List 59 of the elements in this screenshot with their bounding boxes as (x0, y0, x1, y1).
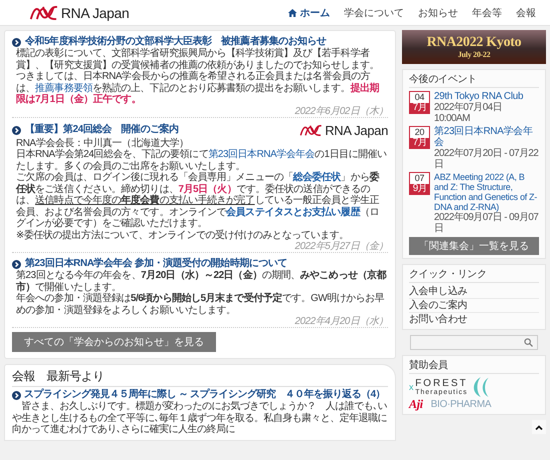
circle-arrow-icon (12, 260, 21, 268)
text-link[interactable]: 総会委任状 (292, 172, 341, 183)
news-date: 2022年5月27日（金） (294, 241, 388, 252)
search-field[interactable] (410, 335, 538, 350)
sponsor-logo-text: x (409, 382, 414, 392)
nav-link[interactable]: 会報 (510, 2, 542, 22)
sponsor-logo-text: FOREST (415, 378, 468, 388)
quick-link[interactable]: お問い合わせ (409, 313, 539, 326)
news-paragraph: 年会への参加・演題登録は5/6頃から開始し5月末まで受付予定です。GW明けからお早めの参加・演題登録をよろしくお願いいたします。 (15, 293, 386, 316)
news-paragraph: RNA学会会長：中川真一（北海道大学） (15, 138, 189, 148)
banner-date: July 20-22 (458, 50, 490, 59)
panel-heading: クイック・リンク (409, 268, 539, 283)
news-date: 2022年4月20日（水） (294, 316, 388, 327)
nav-link[interactable]: お知らせ (412, 2, 464, 22)
news-paragraph: 日本RNA学会第24回総会を、下記の要領にて第23回日本RNA学会年会の1日目に開催いたします。多くの会員のご出席をお願いいたします。 (15, 149, 388, 172)
circle-arrow-icon (12, 390, 21, 400)
article-excerpt: 皆さま、お久しぶりです。標題が変わったのにお気づきでしょうか？ 人は誰でも､いや生きとし生けるもの全て平等に､毎年１歳ずつ年を取る。私自身も粛々と、定年退職に向かって進むわけであり､さらに確実に人生の終局に (12, 401, 388, 436)
search-icon (524, 338, 533, 347)
news-title-link[interactable]: 【重要】第24回総会 開催のご案内 (25, 124, 178, 136)
logo-text: RNA Japan (61, 4, 130, 20)
circle-arrow-icon (12, 126, 21, 134)
event-link[interactable]: ABZ Meeting 2022 (A, B and Z: The Structure, Function and Genetics of Z-DNA and Z-RNA) (434, 172, 539, 212)
news-paragraph: 第23回となる今年の年会を、7月20日（水）～22日（金）の期間、みやこめっせ（京都市）で開催いたします。 (15, 270, 388, 292)
article-title-link[interactable]: スプライシング発見４５周年に際し ～ スプライシング研究 ４０年を振り返る（4） (24, 389, 386, 401)
logo-text: RNA Japan (324, 122, 388, 138)
event-date: 2022年07月04日 10:00AM (434, 102, 503, 124)
text-link[interactable]: 推薦事務要領 (35, 82, 92, 94)
text-link[interactable]: 第23回日本RNA学会年会 (208, 149, 315, 160)
events-list-button[interactable]: 「関連集会」一覧を見る (409, 237, 539, 255)
nav-link[interactable]: 学会について (338, 2, 410, 22)
quick-link[interactable]: 入会申し込み (409, 285, 539, 299)
nav-link[interactable]: 年会等 (466, 2, 508, 22)
caret-up-icon (535, 424, 543, 430)
event-date: 2022年07月20日 - 07月22日 (434, 148, 539, 170)
home-icon (288, 8, 297, 16)
event-banner[interactable]: RNA2022 Kyoto July 20-22 (402, 30, 546, 64)
panel-heading: 今後のイベント (409, 73, 539, 88)
news-title-link[interactable]: 第23回日本RNA学会年会 参加・演題受付の開始時期について (25, 258, 288, 270)
logo-mark-icon (30, 6, 58, 20)
logo-mark-icon (300, 124, 322, 136)
sponsor-logo-text: BIO·PHARMA (430, 399, 492, 410)
circle-arrow-icon (12, 38, 21, 46)
nav-link[interactable]: ホーム (282, 2, 336, 22)
event-link[interactable]: 第23回日本RNA学会年会 (434, 126, 539, 148)
event-link[interactable]: 29th Tokyo RNA Club (434, 91, 539, 102)
news-date: 2022年6月02日（木） (294, 106, 388, 116)
event-date: 2022年09月07日 - 09月07日 (434, 212, 539, 234)
text-link[interactable]: 会員ステイタスとお支払い履歴 (226, 206, 360, 218)
quick-link[interactable]: 入会のご案内 (409, 299, 539, 313)
sponsor-logo-text: Aji (409, 398, 423, 411)
section-heading: 会報 最新号より (12, 368, 388, 387)
all-news-button[interactable]: すべての「学会からのお知らせ」を見る (12, 332, 216, 352)
news-paragraph: ※委任状の提出方法について、オンラインでの受け付けのみとなっています。 (15, 230, 350, 241)
panel-heading: 賛助会員 (409, 359, 539, 374)
banner-title: RNA2022 Kyoto (426, 35, 522, 50)
news-title-link[interactable]: 令和5年度科学技術分野の文部科学大臣表彰 被推薦者募集のお知らせ (25, 36, 326, 48)
news-paragraph: ご欠席の会員は、ログイン後に現れる「会員専用」メニューの「総会委任状」から委任状をご送信ください。締め切りは、7月5日（火）です。委任状の送信ができるのは、送信時点で今年度の年度会費の支払い手続きが完了 している一般正会員と学生正会員、および名誉会員の方々です。オンラインで会員ステイタスとお支払い履歴（ログインが必要です）をご確認いただけます。 (14, 172, 380, 230)
back-to-top-button[interactable] (532, 420, 546, 434)
news-paragraph: 標記の表彰について、文部科学省研究振興局から【科学技術賞】及び【若手科学者賞】、【研究支援賞】の受賞候補者の推薦の依頼がありましたのでお知らせします。つきましては、日本RNA学会長からの推薦を希望される正会員または名誉会員の方は、推薦事務要領を熟読の上、下記のとおり応募書類の提出をお願いします。提出期限は7月1日（金）正午です。 (15, 48, 380, 106)
